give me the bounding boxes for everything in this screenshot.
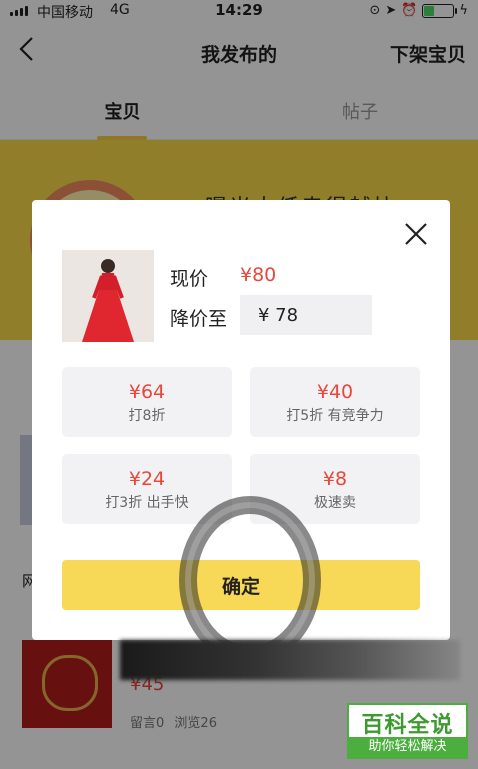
watermark-subtitle: 助你轻松解决 [349, 737, 466, 757]
reduce-price-input[interactable] [240, 295, 372, 335]
redaction-bar [120, 640, 460, 680]
option-price: ¥8 [322, 468, 348, 490]
option-desc: 打8折 [128, 408, 166, 424]
current-price-label: 现价 [170, 268, 209, 290]
option-desc: 打5折 有竞争力 [286, 408, 384, 424]
product-thumbnail [62, 250, 154, 342]
option-price: ¥24 [128, 468, 166, 490]
watermark-logo: 百科全说 助你轻松解决 [347, 703, 468, 759]
option-price: ¥40 [316, 381, 354, 403]
current-price: ¥80 [240, 264, 277, 286]
close-icon[interactable] [398, 216, 434, 252]
discount-option-50[interactable]: ¥40 打5折 有竞争力 [250, 367, 420, 437]
reduce-to-label: 降价至 [170, 308, 228, 330]
discount-option-80[interactable]: ¥64 打8折 [62, 367, 232, 437]
option-price: ¥64 [128, 381, 166, 403]
watermark-title: 百科全说 [361, 713, 454, 738]
dress-image [62, 250, 154, 342]
